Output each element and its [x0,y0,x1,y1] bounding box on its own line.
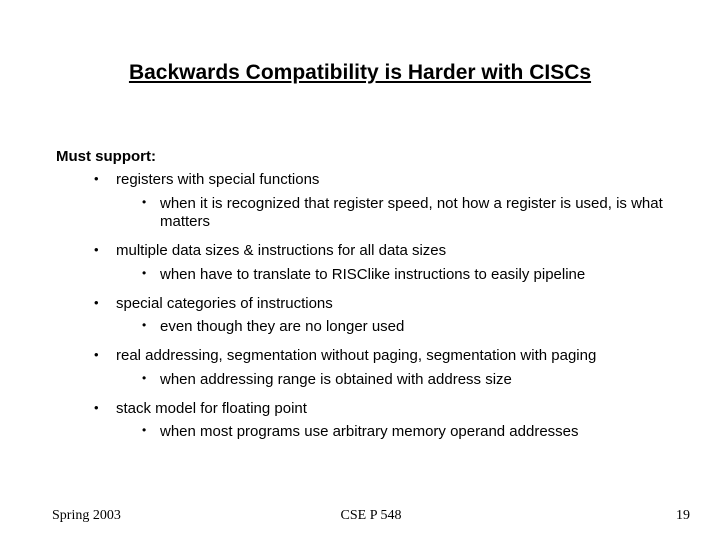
sub-list: when have to translate to RISClike instr… [116,266,676,285]
slide-body: Must support: registers with special fun… [56,148,676,452]
slide: Backwards Compatibility is Harder with C… [0,0,720,540]
item-text: multiple data sizes & instructions for a… [116,242,446,259]
list-item: special categories of instructions even … [86,295,676,338]
sub-list: even though they are no longer used [116,318,676,337]
list-item: stack model for floating point when most… [86,400,676,443]
list-item: real addressing, segmentation without pa… [86,347,676,390]
footer-page-number: 19 [676,507,690,525]
sub-item: when addressing range is obtained with a… [136,371,676,390]
item-text: stack model for floating point [116,400,307,417]
sub-item: when have to translate to RISClike instr… [136,266,676,285]
item-text: real addressing, segmentation without pa… [116,347,596,364]
list-item: registers with special functions when it… [86,171,676,232]
bullet-list: registers with special functions when it… [56,171,676,442]
sub-item: when most programs use arbitrary memory … [136,423,676,442]
item-text: registers with special functions [116,171,319,188]
sub-list: when it is recognized that register spee… [116,195,676,233]
sub-item: when it is recognized that register spee… [136,195,676,233]
lead-text: Must support: [56,148,676,167]
sub-item: even though they are no longer used [136,318,676,337]
list-item: multiple data sizes & instructions for a… [86,242,676,285]
slide-title: Backwards Compatibility is Harder with C… [0,60,720,86]
item-text: special categories of instructions [116,295,333,312]
footer-course: CSE P 548 [52,507,690,525]
sub-list: when addressing range is obtained with a… [116,371,676,390]
sub-list: when most programs use arbitrary memory … [116,423,676,442]
